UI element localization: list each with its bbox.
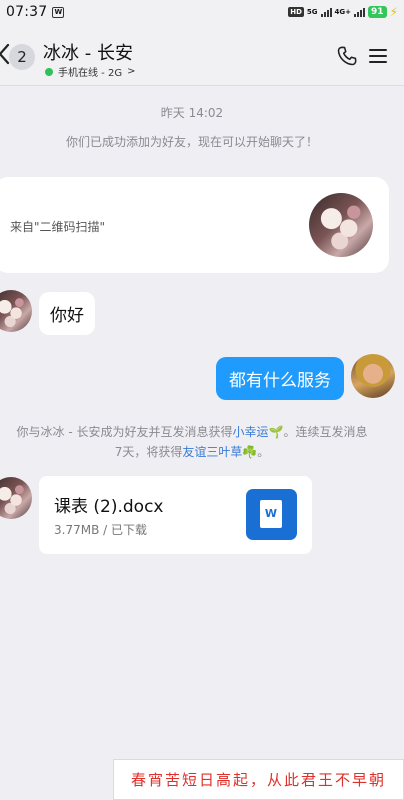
friend-added-notice: 你们已成功添加为好友，现在可以开始聊天了！ (65, 135, 318, 149)
signal-icon (320, 7, 332, 17)
message-bubble-incoming[interactable]: 你好 (39, 292, 95, 335)
file-meta: 3.77MB / 已下载 (54, 523, 147, 537)
message-timestamp: 昨天 14:02 (160, 106, 224, 120)
poem-watermark: 春宵苦短日高起，从此君王不早朝 (113, 759, 404, 800)
unread-count-badge[interactable]: 2 (9, 44, 35, 70)
system-note-line-1: 你与冰冰 - 长安成为好友并互发消息获得小幸运🌱。连续互发消息 (0, 422, 384, 442)
system-note-text-1: 你与冰冰 - 长安成为好友并互发消息获得 (16, 425, 233, 439)
contact-status[interactable]: 手机在线 - 2G > (45, 64, 135, 79)
qr-source-card[interactable]: 来自"二维码扫描" (0, 177, 389, 273)
contact-avatar[interactable] (0, 290, 32, 332)
network-type-5g: 5G (306, 7, 318, 16)
chevron-right-icon: > (127, 66, 136, 77)
file-message-card[interactable]: 课表 (2).docx 3.77MB / 已下载 W (39, 476, 312, 554)
contact-avatar-2[interactable] (0, 477, 32, 519)
word-document-icon: W (246, 489, 297, 540)
hd-badge: HD (288, 7, 304, 17)
battery-icon: 91 (368, 6, 387, 18)
contact-avatar-large[interactable] (309, 193, 373, 257)
system-note-line-2: 7天，将获得友谊三叶草☘️。 (0, 442, 384, 462)
status-time: 07:37 (6, 4, 48, 20)
qr-source-text: 来自"二维码扫描" (10, 220, 106, 234)
online-dot-icon (45, 67, 53, 76)
friendship-system-note: 你与冰冰 - 长安成为好友并互发消息获得小幸运🌱。连续互发消息 7天，将获得友谊… (0, 422, 384, 462)
contact-status-text: 手机在线 - 2G (58, 68, 123, 79)
system-note-text-2: 。连续互发消息 (283, 425, 368, 439)
word-letter: W (260, 500, 282, 528)
charging-icon: ⚡ (389, 5, 398, 19)
menu-icon[interactable] (369, 48, 387, 64)
chat-header: 2 冰冰 - 长安 手机在线 - 2G > (0, 24, 404, 86)
contact-name[interactable]: 冰冰 - 长安 (43, 39, 133, 65)
message-bubble-outgoing[interactable]: 都有什么服务 (216, 357, 344, 400)
system-note-text-3: 7天，将获得 (114, 445, 183, 459)
file-name: 课表 (2).docx (54, 497, 164, 517)
sim-icon: W (52, 6, 65, 18)
system-note-text-4: 。 (257, 445, 270, 459)
signal-icon-2 (354, 7, 366, 17)
network-type-4g: 4G+ (334, 7, 352, 16)
status-indicators: HD 5G 4G+ 91 ⚡ (288, 5, 398, 19)
phone-call-icon[interactable] (336, 45, 358, 67)
status-bar: 07:37 W HD 5G 4G+ 91 ⚡ (0, 0, 404, 24)
my-avatar[interactable] (351, 354, 395, 398)
friendship-clover-link[interactable]: 友谊三叶草☘️ (182, 445, 257, 459)
lucky-sprout-link[interactable]: 小幸运🌱 (233, 425, 284, 439)
